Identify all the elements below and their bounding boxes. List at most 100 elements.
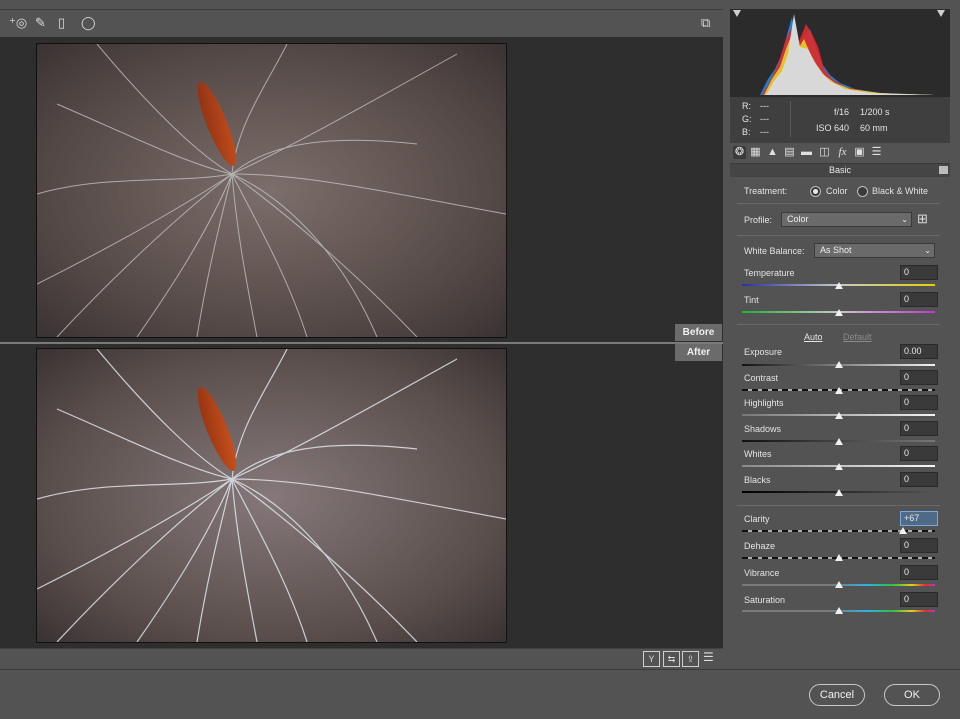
tool-bar: ⁺◎ ✎ ▯ ◯ ⧉ — [0, 9, 723, 38]
treatment-color-radio[interactable] — [810, 186, 821, 197]
shutter-value: 1/200 s — [860, 107, 890, 117]
profile-browser-icon[interactable]: ⊞ — [917, 211, 933, 227]
temperature-slider-thumb[interactable] — [834, 282, 843, 289]
blacks-value[interactable]: 0 — [900, 472, 938, 487]
before-image — [36, 43, 507, 338]
shadows-slider-thumb[interactable] — [834, 438, 843, 445]
iso-value: ISO 640 — [816, 123, 850, 133]
dehaze-slider-thumb[interactable] — [834, 554, 843, 561]
whites-value[interactable]: 0 — [900, 446, 938, 461]
profile-select[interactable]: Color ⌄ — [781, 212, 912, 227]
image-info: R: --- G: --- B: --- f/16 1/200 s ISO 64… — [730, 97, 950, 143]
r-value: --- — [760, 101, 769, 111]
panel-menu-icon[interactable] — [939, 166, 948, 174]
graduated-filter-icon[interactable]: ▯ — [58, 16, 65, 30]
profile-label: Profile: — [744, 215, 773, 225]
dehaze-label: Dehaze — [744, 541, 776, 551]
preview-area: Before After — [0, 37, 723, 669]
split-toning-tab-icon[interactable]: ▬ — [800, 146, 813, 159]
contrast-slider-thumb[interactable] — [834, 387, 843, 394]
aperture-value: f/16 — [834, 107, 850, 117]
vibrance-label: Vibrance — [744, 568, 780, 578]
panel-tabs: ❂ ▦ ▲ ▤ ▬ ◫ fx ▣ ☰ — [730, 143, 950, 164]
separator — [737, 235, 940, 236]
b-label: B: — [742, 127, 751, 137]
chevron-down-icon: ⌄ — [924, 246, 931, 255]
ok-button[interactable]: OK — [884, 684, 940, 706]
highlights-label: Highlights — [744, 398, 784, 408]
focal-length-value: 60 mm — [860, 123, 888, 133]
saturation-label: Saturation — [744, 595, 786, 605]
exposure-value[interactable]: 0.00 — [900, 344, 938, 359]
saturation-value[interactable]: 0 — [900, 592, 938, 607]
presets-tab-icon[interactable]: ☰ — [870, 146, 883, 159]
temperature-label: Temperature — [744, 268, 795, 278]
detail-tab-icon[interactable]: ▲ — [766, 146, 779, 159]
basic-tab-icon[interactable]: ❂ — [733, 146, 746, 159]
white-balance-select[interactable]: As Shot ⌄ — [814, 243, 935, 258]
separator — [737, 505, 940, 506]
histogram — [730, 9, 950, 97]
tint-slider-thumb[interactable] — [834, 309, 843, 316]
radial-filter-icon[interactable]: ◯ — [81, 16, 96, 30]
adjustment-brush-icon[interactable]: ✎ — [35, 16, 46, 30]
separator — [737, 324, 940, 325]
chevron-down-icon: ⌄ — [901, 215, 908, 224]
effects-tab-icon[interactable]: fx — [836, 146, 849, 159]
info-divider — [790, 101, 791, 137]
default-button[interactable]: Default — [843, 332, 872, 342]
clarity-value[interactable]: +67 — [900, 511, 938, 526]
contrast-value[interactable]: 0 — [900, 370, 938, 385]
whites-label: Whites — [744, 449, 772, 459]
dialog-footer: Cancel OK — [0, 669, 960, 719]
exposure-slider-thumb[interactable] — [834, 361, 843, 368]
swap-before-after-icon[interactable]: ⇆ — [663, 651, 680, 667]
before-after-divider — [0, 342, 723, 344]
tint-value[interactable]: 0 — [900, 292, 938, 307]
exposure-label: Exposure — [744, 347, 783, 357]
after-image — [36, 348, 507, 643]
shadows-value[interactable]: 0 — [900, 421, 938, 436]
white-balance-select-value: As Shot — [820, 245, 852, 255]
shadows-label: Shadows — [744, 424, 782, 434]
hsl-tab-icon[interactable]: ▤ — [783, 146, 796, 159]
cancel-button[interactable]: Cancel — [809, 684, 865, 706]
lens-corrections-tab-icon[interactable]: ◫ — [818, 146, 831, 159]
b-value: --- — [760, 127, 769, 137]
open-preferences-icon[interactable]: ⧉ — [701, 16, 710, 30]
tone-curve-tab-icon[interactable]: ▦ — [749, 146, 762, 159]
dehaze-value[interactable]: 0 — [900, 538, 938, 553]
clarity-slider-thumb[interactable] — [899, 527, 908, 534]
saturation-slider-thumb[interactable] — [834, 607, 843, 614]
g-label: G: — [742, 114, 752, 124]
panel-title: Basic — [730, 164, 950, 177]
g-value: --- — [760, 114, 769, 124]
treatment-bw-label[interactable]: Black & White — [872, 186, 928, 196]
treatment-bw-radio[interactable] — [857, 186, 868, 197]
before-label: Before — [675, 324, 722, 341]
redeye-tool-icon[interactable]: ⁺◎ — [9, 16, 27, 30]
white-balance-label: White Balance: — [744, 246, 805, 256]
blacks-slider-thumb[interactable] — [834, 489, 843, 496]
treatment-label: Treatment: — [744, 186, 788, 196]
shadow-clipping-warning-icon — [733, 10, 741, 17]
clarity-label: Clarity — [744, 514, 770, 524]
separator — [737, 203, 940, 204]
before-after-toggle-icon[interactable]: Y — [643, 651, 660, 667]
whites-slider-thumb[interactable] — [834, 463, 843, 470]
preview-preferences-icon[interactable]: ☰ — [703, 650, 714, 664]
temperature-value[interactable]: 0 — [900, 265, 938, 280]
highlight-clipping-warning-icon — [937, 10, 945, 17]
highlights-value[interactable]: 0 — [900, 395, 938, 410]
contrast-label: Contrast — [744, 373, 779, 383]
profile-select-value: Color — [787, 214, 809, 224]
highlights-slider-thumb[interactable] — [834, 412, 843, 419]
copy-settings-icon[interactable]: ⇪ — [682, 651, 699, 667]
r-label: R: — [742, 101, 751, 111]
camera-calibration-tab-icon[interactable]: ▣ — [853, 146, 866, 159]
vibrance-slider-thumb[interactable] — [834, 581, 843, 588]
treatment-color-label[interactable]: Color — [826, 186, 848, 196]
auto-button[interactable]: Auto — [804, 332, 823, 342]
blacks-label: Blacks — [744, 475, 771, 485]
vibrance-value[interactable]: 0 — [900, 565, 938, 580]
